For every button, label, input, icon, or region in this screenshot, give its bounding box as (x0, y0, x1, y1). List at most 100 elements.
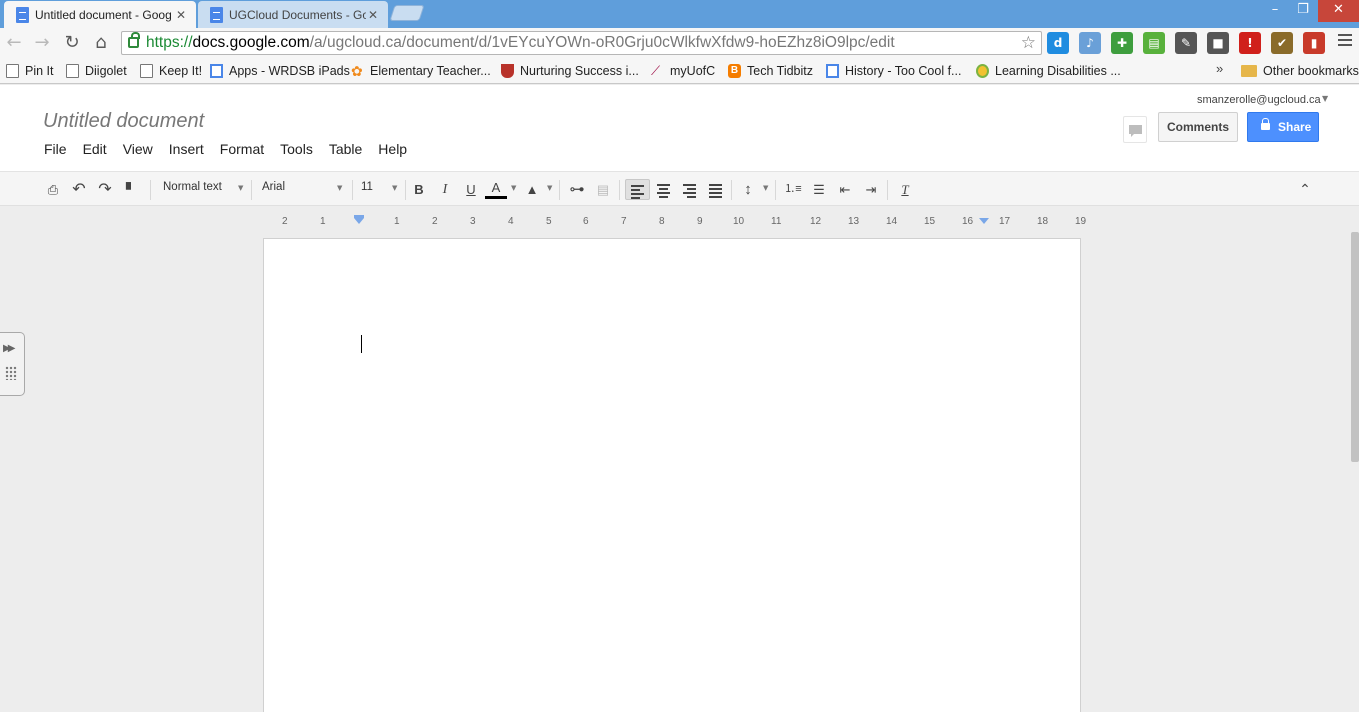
menu-table[interactable]: Table (321, 140, 370, 160)
star-icon[interactable]: ☆ (1021, 32, 1036, 54)
font-select[interactable]: Arial (262, 181, 285, 193)
ruler-number: 18 (1037, 216, 1049, 227)
justify-icon[interactable] (705, 179, 725, 200)
ruler-number: 2 (432, 216, 438, 227)
account-email[interactable]: smanzerolle@ugcloud.ca (1197, 94, 1321, 106)
tab-untitled-document[interactable]: Untitled document - Goog ✕ (4, 1, 196, 28)
increase-indent-icon[interactable]: ⇥ (861, 179, 881, 200)
pen-icon[interactable]: ✎ (1175, 32, 1197, 54)
paint-format-icon[interactable]: ▘ (121, 179, 141, 200)
comments-button[interactable]: Comments (1158, 112, 1238, 142)
close-icon[interactable]: ✕ (174, 8, 188, 22)
alert-icon[interactable]: ! (1239, 32, 1261, 54)
chevron-down-icon[interactable]: ▼ (1322, 94, 1328, 103)
bookmark-history[interactable]: History - Too Cool f... (826, 62, 961, 80)
toolbar-separator (731, 180, 732, 200)
share-button[interactable]: Share (1247, 112, 1319, 142)
text-cursor (361, 335, 362, 353)
ruler-number: 1 (320, 216, 326, 227)
toolbar-separator (559, 180, 560, 200)
menu-view[interactable]: View (115, 140, 161, 160)
close-window-button[interactable]: ✕ (1318, 0, 1359, 22)
bookmark-elementary-teacher[interactable]: ✿ Elementary Teacher... (351, 62, 491, 80)
bookmark-nurturing-success[interactable]: Nurturing Success i... (501, 62, 639, 80)
tab-strip: Untitled document - Goog ✕ UGCloud Docum… (0, 0, 1359, 28)
diigo-icon[interactable]: d (1047, 32, 1069, 54)
close-icon[interactable]: ✕ (366, 8, 380, 22)
home-icon[interactable]: ⌂ (90, 32, 112, 54)
menu-insert[interactable]: Insert (161, 140, 212, 160)
document-title[interactable]: Untitled document (43, 110, 204, 133)
camera-icon[interactable]: ■ (1207, 32, 1229, 54)
url-path: /a/ugcloud.ca/document/d/1vEYcuYOWn-oR0G… (309, 34, 895, 51)
maximize-button[interactable]: ❐ (1290, 0, 1316, 22)
comment-button[interactable] (1123, 116, 1147, 143)
menu-tools[interactable]: Tools (272, 140, 321, 160)
redo-icon[interactable]: ↷ (95, 179, 115, 200)
collapse-icon[interactable]: ⌃ (1295, 179, 1315, 200)
menu-format[interactable]: Format (212, 140, 272, 160)
back-arrow-icon[interactable]: ← (3, 32, 25, 54)
print-icon[interactable]: ⎙ (43, 179, 63, 200)
align-right-icon[interactable] (679, 179, 699, 200)
right-indent-marker[interactable] (979, 218, 989, 224)
bookmark-diigolet[interactable]: Diigolet (66, 62, 127, 80)
url-scheme: https:// (146, 34, 193, 51)
bookmark-myuofc[interactable]: ⟋ myUofC (651, 62, 715, 80)
address-bar[interactable]: https://docs.google.com/a/ugcloud.ca/doc… (121, 31, 1042, 55)
book-icon[interactable]: ▮ (1303, 32, 1325, 54)
numbered-list-icon[interactable]: ⒈≡ (783, 179, 803, 200)
bookmarks-overflow-button[interactable]: » (1216, 61, 1223, 76)
style-select[interactable]: Normal text (163, 181, 222, 193)
docs-icon (210, 64, 223, 78)
text-color-icon[interactable]: A (485, 179, 507, 199)
align-left-icon[interactable] (625, 179, 650, 200)
ruler-number: 8 (659, 216, 665, 227)
puzzle-icon[interactable]: ✚ (1111, 32, 1133, 54)
other-bookmarks[interactable]: Other bookmarks (1241, 62, 1359, 80)
bookmark-pin-it[interactable]: Pin It (6, 62, 54, 80)
bulleted-list-icon[interactable]: ☰ (809, 179, 829, 200)
clear-formatting-icon[interactable]: T (895, 179, 915, 200)
page-icon (140, 64, 153, 78)
bookmark-label: Diigolet (85, 64, 127, 78)
ruler[interactable]: 2 1 1 2 3 4 5 6 7 8 9 10 11 12 13 14 15 16 17 18 19 (264, 214, 1086, 230)
menu-icon[interactable] (1338, 34, 1352, 49)
link-icon[interactable]: ⊶ (566, 179, 588, 200)
reload-icon[interactable]: ↻ (61, 32, 83, 54)
bookmark-tech-tidbitz[interactable]: B Tech Tidbitz (728, 62, 813, 80)
left-indent-marker[interactable] (354, 215, 364, 224)
tab-ugcloud-documents[interactable]: UGCloud Documents - Go ✕ (198, 1, 388, 28)
blogger-icon: B (728, 64, 741, 78)
undo-icon[interactable]: ↶ (69, 179, 89, 200)
align-center-icon[interactable] (653, 179, 673, 200)
check-icon[interactable]: ✔ (1271, 32, 1293, 54)
menu-file[interactable]: File (36, 140, 75, 160)
tab-title: UGCloud Documents - Go (229, 7, 366, 22)
underline-icon[interactable]: U (461, 179, 481, 200)
scrollbar[interactable] (1351, 232, 1359, 462)
bold-icon[interactable]: B (409, 179, 429, 200)
line-spacing-icon[interactable]: ↕ (737, 179, 759, 200)
highlight-color-icon[interactable]: ▲ (522, 179, 542, 200)
new-tab-button[interactable] (389, 5, 425, 21)
document-page[interactable] (263, 238, 1081, 712)
forward-arrow-icon[interactable]: → (31, 32, 53, 54)
decrease-indent-icon[interactable]: ⇤ (835, 179, 855, 200)
bookmark-label: myUofC (670, 64, 716, 78)
comment-icon[interactable]: ▤ (593, 179, 613, 200)
url-host: docs.google.com (192, 34, 310, 51)
italic-icon[interactable]: I (435, 179, 455, 200)
minimize-button[interactable]: – (1262, 0, 1288, 22)
font-size-select[interactable]: 11 (361, 181, 373, 193)
speaker-icon[interactable]: ♪ (1079, 32, 1101, 54)
ruler-number: 19 (1075, 216, 1087, 227)
menu-edit[interactable]: Edit (75, 140, 115, 160)
bookmark-keep-it[interactable]: Keep It! (140, 62, 202, 80)
side-panel-handle[interactable]: ▶▶ (0, 332, 25, 396)
menu-help[interactable]: Help (370, 140, 415, 160)
bookmark-apps-wrdsb[interactable]: Apps - WRDSB iPads (210, 62, 350, 80)
bookmark-learning-disabilities[interactable]: Learning Disabilities ... (976, 62, 1121, 80)
page-icon (6, 64, 19, 78)
print-friendly-icon[interactable]: ▤ (1143, 32, 1165, 54)
